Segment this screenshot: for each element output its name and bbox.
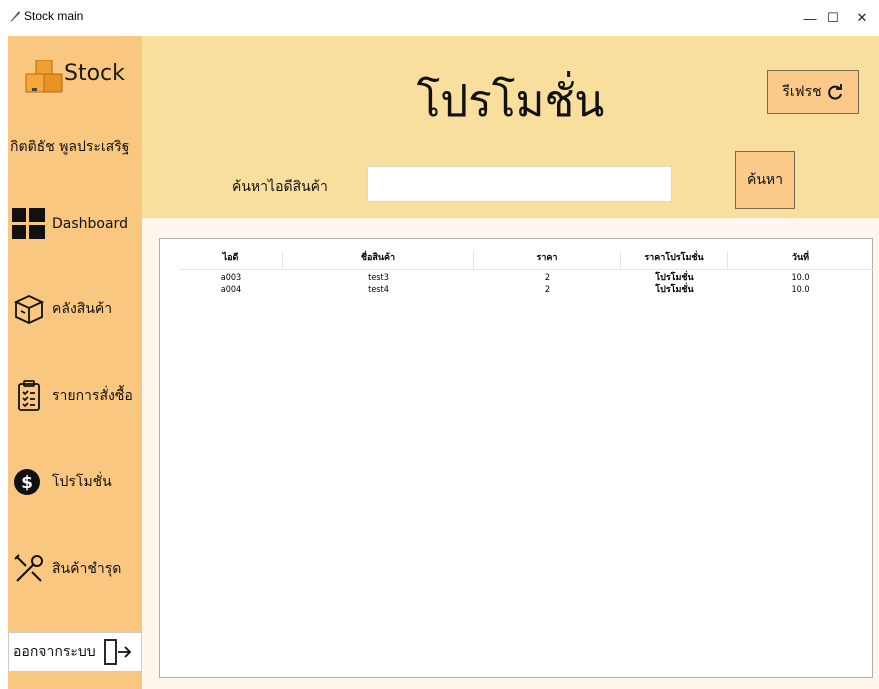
- cell-id: a003: [220, 273, 242, 283]
- nav-damaged-label: สินค้าชำรุด: [52, 561, 122, 577]
- maximize-icon: ☐: [827, 10, 839, 25]
- refresh-label: รีเฟรช: [782, 84, 822, 100]
- nav-warehouse[interactable]: คลังสินค้า: [12, 289, 142, 329]
- clipboard-icon: [12, 379, 46, 413]
- nav-dashboard[interactable]: Dashboard: [12, 204, 142, 244]
- username: กิตติธัช พูลประเสริฐ: [10, 139, 130, 155]
- nav-dashboard-label: Dashboard: [52, 216, 128, 232]
- table-row[interactable]: a003 test3 2 โปรโมชั่น 10.0: [179, 272, 873, 284]
- sidebar: Stock กิตติธัช พูลประเสริฐ Dashboard คลั…: [8, 36, 142, 689]
- dollar-icon: $: [12, 465, 46, 499]
- header: โปรโมชั่น รีเฟรช ค้นหาไอดีสินค้า ค้นหา: [142, 36, 879, 218]
- promotion-table[interactable]: ไอดี ชื่อสินค้า ราคา ราคาโปรโมชั่น วันที…: [159, 238, 873, 678]
- dashboard-grid-icon: [12, 207, 46, 241]
- tools-icon: [12, 552, 46, 586]
- cell-date: 10.0: [791, 273, 810, 283]
- close-button[interactable]: ✕: [839, 4, 879, 32]
- search-button-label: ค้นหา: [746, 172, 784, 188]
- cell-price: 2: [544, 273, 551, 283]
- refresh-button[interactable]: รีเฟรช: [767, 70, 859, 114]
- table-row[interactable]: a004 test4 2 โปรโมชั่น 10.0: [179, 284, 873, 296]
- nav-orders-label: รายการสั่งซื้อ: [52, 388, 133, 404]
- cell-id: a004: [220, 285, 242, 295]
- column-header-date[interactable]: วันที่: [728, 251, 873, 269]
- feather-icon: [10, 11, 20, 22]
- logout-label: ออกจากระบบ: [13, 644, 96, 660]
- cell-promo-price: โปรโมชั่น: [655, 273, 694, 283]
- nav-warehouse-label: คลังสินค้า: [52, 301, 113, 317]
- stock-boxes-icon: [25, 60, 63, 93]
- window-title: Stock main: [24, 9, 84, 23]
- column-header-name[interactable]: ชื่อสินค้า: [283, 251, 474, 269]
- column-header-promo-price[interactable]: ราคาโปรโมชั่น: [621, 251, 728, 269]
- nav-promotion[interactable]: $ โปรโมชั่น: [12, 462, 142, 502]
- search-input[interactable]: [367, 166, 672, 202]
- cell-name: test3: [368, 273, 389, 283]
- column-header-price[interactable]: ราคา: [474, 251, 621, 269]
- svg-text:$: $: [21, 473, 33, 493]
- search-label: ค้นหาไอดีสินค้า: [232, 179, 328, 195]
- table-header: ไอดี ชื่อสินค้า ราคา ราคาโปรโมชั่น วันที…: [179, 251, 873, 270]
- cell-price: 2: [544, 285, 551, 295]
- close-icon: ✕: [856, 10, 868, 25]
- app-logo-text: Stock: [64, 61, 125, 86]
- refresh-icon: [827, 84, 842, 100]
- window-titlebar: Stock main — ☐ ✕: [0, 0, 879, 32]
- nav-promotion-label: โปรโมชั่น: [52, 474, 112, 490]
- content-area: ไอดี ชื่อสินค้า ราคา ราคาโปรโมชั่น วันที…: [142, 218, 879, 689]
- exit-door-icon: [103, 639, 131, 665]
- cell-name: test4: [368, 285, 389, 295]
- column-header-id[interactable]: ไอดี: [179, 251, 283, 269]
- nav-damaged[interactable]: สินค้าชำรุด: [12, 549, 142, 589]
- box-icon: [12, 292, 46, 326]
- app-logo: Stock: [24, 56, 136, 94]
- nav-orders[interactable]: รายการสั่งซื้อ: [12, 376, 142, 416]
- cell-promo-price: โปรโมชั่น: [655, 285, 694, 295]
- search-button[interactable]: ค้นหา: [735, 151, 795, 209]
- logout-button[interactable]: ออกจากระบบ: [8, 632, 142, 672]
- cell-date: 10.0: [791, 285, 810, 295]
